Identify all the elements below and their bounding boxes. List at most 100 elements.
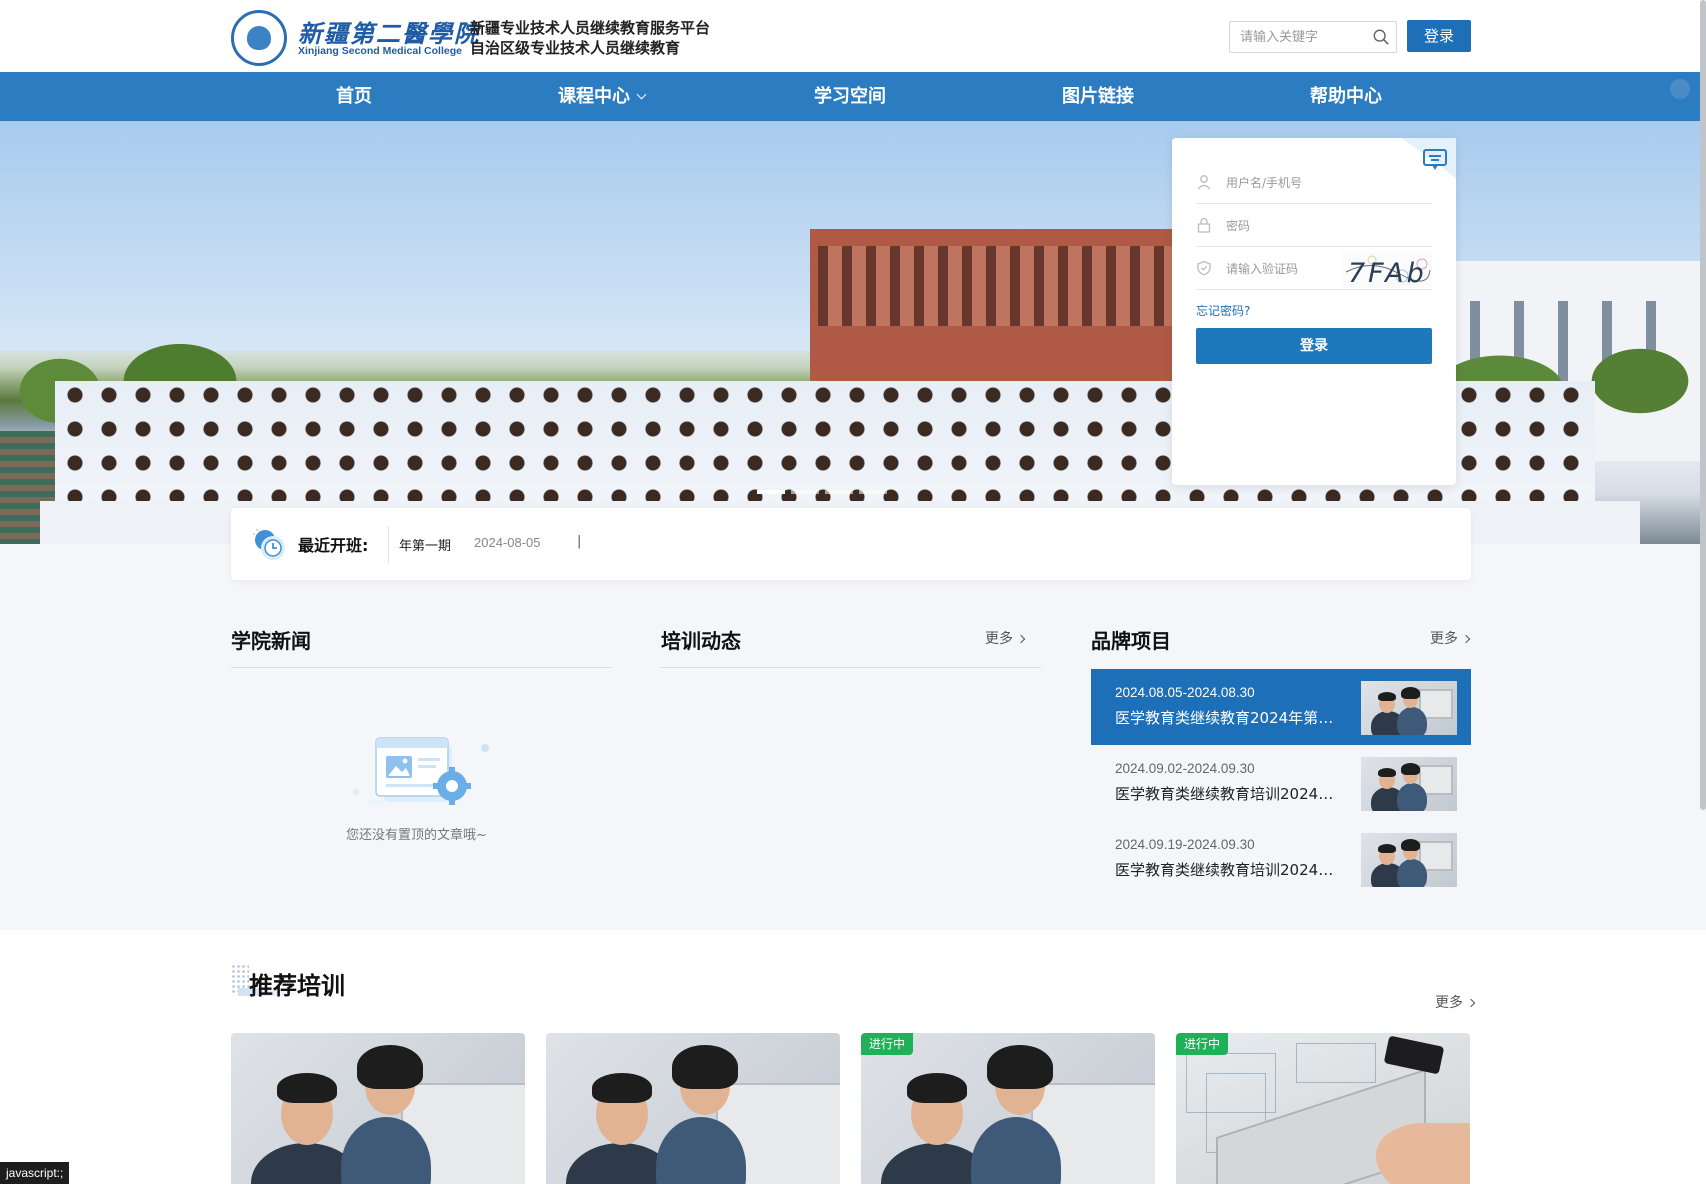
person-hair-shape <box>987 1045 1053 1089</box>
captcha-field: 7FAb <box>1196 248 1432 290</box>
status-badge: 进行中 <box>1176 1033 1229 1055</box>
platform-title-line1: 新疆专业技术人员继续教育服务平台 <box>470 19 711 37</box>
recent-class-separator: | <box>577 534 582 549</box>
training-news-more-link[interactable]: 更多 <box>985 628 1026 648</box>
password-input[interactable] <box>1226 216 1376 236</box>
nav-item-label: 图片链接 <box>1062 86 1134 107</box>
brand-project-date: 2024.08.05-2024.08.30 <box>1115 685 1255 700</box>
chevron-right-icon <box>1461 634 1471 644</box>
divider <box>661 667 1041 668</box>
logo-en-text[interactable]: Xinjiang Second Medical College <box>298 45 462 57</box>
divider <box>231 667 611 668</box>
search-icon[interactable] <box>1372 28 1390 46</box>
person-hair-shape <box>1378 692 1396 701</box>
status-badge: 进行中 <box>861 1033 914 1055</box>
platform-title: 新疆专业技术人员继续教育服务平台 自治区级专业技术人员继续教育 <box>470 18 710 58</box>
captcha-text: 7FAb <box>1348 258 1427 288</box>
empty-article-icon <box>353 737 489 806</box>
username-field <box>1196 162 1432 204</box>
person-shape <box>1397 707 1427 735</box>
nav-item-label: 首页 <box>336 86 372 107</box>
nav-item-course-center[interactable]: 课程中心 <box>558 72 647 121</box>
chevron-right-icon <box>1016 634 1026 644</box>
brand-project-title: 医学教育类继续教育培训2024年第三期 <box>1115 861 1341 879</box>
main-nav: 首页 课程中心 学习空间 图片链接 帮助中心 <box>0 72 1706 121</box>
banner-building-windows <box>818 246 1190 326</box>
header-login-button[interactable]: 登录 <box>1407 20 1471 52</box>
chevron-right-icon <box>1466 998 1476 1008</box>
hand-shape <box>1376 1123 1470 1184</box>
person-shape <box>1397 783 1427 811</box>
brand-project-thumbnail <box>1361 757 1457 811</box>
recommend-more-link[interactable]: 更多 <box>1435 992 1476 1012</box>
course-card[interactable]: 进行中 <box>1176 1033 1470 1184</box>
course-card[interactable] <box>546 1033 840 1184</box>
college-emblem-icon[interactable] <box>231 10 287 66</box>
phone-shape <box>1383 1035 1445 1075</box>
logo-cn-text[interactable]: 新疆第二醫學院 <box>298 14 480 49</box>
user-icon <box>1197 175 1211 190</box>
search-input[interactable] <box>1230 22 1360 52</box>
more-label: 更多 <box>1435 995 1463 1011</box>
person-hair-shape <box>672 1045 738 1089</box>
brand-projects-more-link[interactable]: 更多 <box>1430 628 1471 648</box>
nav-item-help-center[interactable]: 帮助中心 <box>1310 72 1382 121</box>
training-news-title: 培训动态 <box>661 629 741 653</box>
brand-project-title: 医学教育类继续教育培训2024年第二期 <box>1115 785 1341 803</box>
more-label: 更多 <box>1430 631 1458 647</box>
brand-project-item[interactable]: 2024.09.19-2024.09.30 医学教育类继续教育培训2024年第三… <box>1091 821 1471 897</box>
empty-article-text: 您还没有置顶的文章哦~ <box>346 828 487 843</box>
person-hair-shape <box>592 1073 652 1103</box>
nav-item-label: 课程中心 <box>558 86 630 107</box>
brand-project-date: 2024.09.19-2024.09.30 <box>1115 837 1255 852</box>
course-card[interactable] <box>231 1033 525 1184</box>
person-hair-shape <box>1378 844 1396 853</box>
nav-item-label: 学习空间 <box>814 86 886 107</box>
person-hair-shape <box>1401 687 1420 699</box>
banner-dot[interactable] <box>859 490 887 494</box>
search-box <box>1229 21 1397 53</box>
nav-item-home[interactable]: 首页 <box>336 72 372 121</box>
blueprint-shape <box>1296 1043 1376 1083</box>
banner-dot[interactable] <box>791 490 819 494</box>
lock-icon <box>1197 217 1211 233</box>
college-news-title: 学院新闻 <box>231 629 311 653</box>
nav-item-learning-space[interactable]: 学习空间 <box>814 72 886 121</box>
brand-projects-title: 品牌项目 <box>1091 629 1171 653</box>
login-card: 7FAb 忘记密码? 登录 <box>1172 138 1456 485</box>
recommend-title: 推荐培训 <box>249 972 345 1000</box>
brand-project-item[interactable]: 2024.09.02-2024.09.30 医学教育类继续教育培训2024年第二… <box>1091 745 1471 821</box>
recent-class-label: 最近开班: <box>298 536 369 555</box>
platform-title-line2: 自治区级专业技术人员继续教育 <box>470 39 681 57</box>
status-bar-url: javascript:; <box>0 1162 70 1184</box>
clock-icon <box>253 529 285 560</box>
person-hair-shape <box>1401 839 1420 851</box>
person-hair-shape <box>1401 763 1420 775</box>
shield-icon <box>1197 260 1211 276</box>
person-hair-shape <box>277 1073 337 1103</box>
person-hair-shape <box>357 1045 423 1089</box>
person-shape <box>1397 859 1427 887</box>
divider <box>388 526 389 564</box>
banner-dot[interactable] <box>757 490 785 494</box>
brand-project-item[interactable]: 2024.08.05-2024.08.30 医学教育类继续教育2024年第一期 <box>1091 669 1471 745</box>
brand-project-thumbnail <box>1361 833 1457 887</box>
person-hair-shape <box>1378 768 1396 777</box>
course-card[interactable]: 进行中 <box>861 1033 1155 1184</box>
brand-project-title: 医学教育类继续教育2024年第一期 <box>1115 709 1341 727</box>
more-label: 更多 <box>985 631 1013 647</box>
recent-class-name[interactable]: 年第一期 <box>399 535 451 554</box>
nav-item-image-links[interactable]: 图片链接 <box>1062 72 1134 121</box>
login-submit-button[interactable]: 登录 <box>1196 328 1432 364</box>
brand-project-thumbnail <box>1361 681 1457 735</box>
captcha-image[interactable]: 7FAb <box>1342 252 1432 288</box>
brand-project-date: 2024.09.02-2024.09.30 <box>1115 761 1255 776</box>
floating-tool-icon[interactable] <box>1670 79 1690 99</box>
page-scrollbar[interactable] <box>1700 0 1706 810</box>
banner-dot[interactable] <box>825 490 853 494</box>
recent-class-date: 2024-08-05 <box>474 535 541 550</box>
person-hair-shape <box>907 1073 967 1103</box>
forgot-password-link[interactable]: 忘记密码? <box>1196 302 1250 319</box>
username-input[interactable] <box>1226 173 1376 193</box>
password-field <box>1196 205 1432 247</box>
